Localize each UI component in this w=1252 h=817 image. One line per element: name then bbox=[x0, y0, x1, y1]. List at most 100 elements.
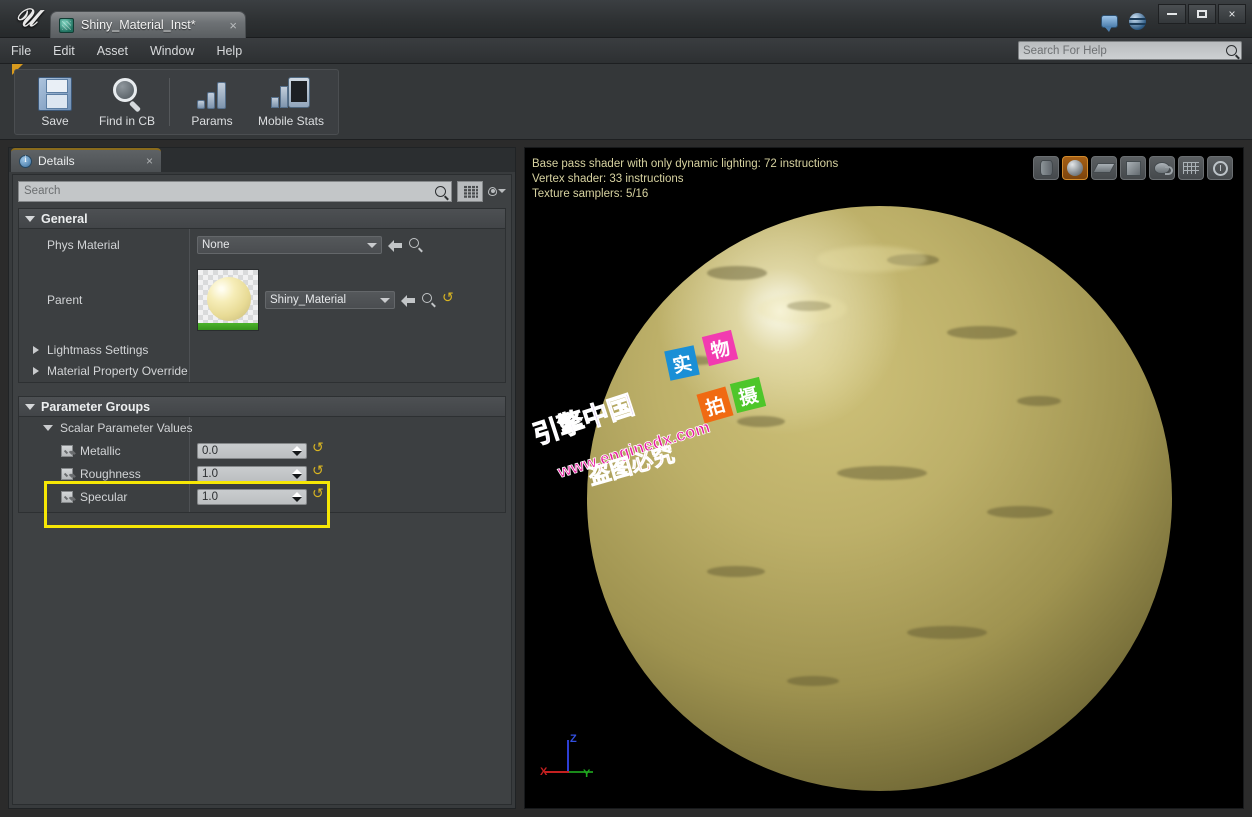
chevron-down-icon bbox=[380, 298, 390, 303]
find-in-cb-button[interactable]: Find in CB bbox=[91, 72, 163, 132]
close-icon[interactable]: × bbox=[223, 18, 237, 33]
browse-asset-icon[interactable] bbox=[409, 238, 423, 252]
sphere-thumbnail[interactable] bbox=[197, 269, 259, 331]
roughness-value-input[interactable]: 1.0 bbox=[197, 466, 307, 482]
realtime-toggle-button[interactable] bbox=[1207, 156, 1233, 180]
details-panel: Details × Search General bbox=[8, 147, 516, 809]
menu-item-help[interactable]: Help bbox=[205, 38, 253, 64]
stat-base-pass: Base pass shader with only dynamic light… bbox=[532, 157, 838, 172]
feedback-bubble-icon[interactable] bbox=[1098, 10, 1120, 32]
grid-view-button[interactable] bbox=[457, 181, 483, 202]
z-axis-line bbox=[567, 740, 569, 772]
parent-dropdown[interactable]: Shiny_Material bbox=[265, 291, 395, 309]
scalar-parameter-values-label: Scalar Parameter Values bbox=[60, 421, 193, 435]
close-icon[interactable]: × bbox=[146, 154, 153, 168]
material-preview-viewport[interactable]: Base pass shader with only dynamic light… bbox=[524, 147, 1244, 809]
section-parameter-groups-header[interactable]: Parameter Groups bbox=[19, 397, 505, 417]
specular-value: 1.0 bbox=[202, 491, 292, 503]
grid-icon bbox=[1183, 162, 1199, 174]
material-property-override-label: Material Property Override bbox=[47, 364, 188, 378]
browse-asset-icon[interactable] bbox=[422, 293, 436, 307]
x-axis-line bbox=[545, 771, 569, 773]
menu-item-file[interactable]: File bbox=[0, 38, 42, 64]
section-general-header[interactable]: General bbox=[19, 209, 505, 229]
spinner-icon[interactable] bbox=[292, 446, 302, 456]
y-axis-label: Y bbox=[583, 768, 590, 780]
maximize-button[interactable] bbox=[1188, 4, 1216, 24]
teapot-icon bbox=[1154, 162, 1170, 174]
params-button-label: Params bbox=[191, 114, 232, 128]
section-general-title: General bbox=[41, 212, 88, 226]
chevron-down-icon bbox=[367, 243, 377, 248]
unreal-logo: 𝒰 bbox=[8, 3, 44, 35]
row-scalar-parameter-values[interactable]: Scalar Parameter Values bbox=[19, 417, 505, 439]
spinner-icon[interactable] bbox=[292, 492, 302, 502]
tab-details[interactable]: Details × bbox=[11, 148, 161, 172]
find-in-cb-button-label: Find in CB bbox=[99, 114, 155, 128]
search-icon bbox=[435, 186, 446, 197]
stat-vertex-shader: Vertex shader: 33 instructions bbox=[532, 172, 838, 187]
roughness-label: Roughness bbox=[80, 467, 141, 481]
bars-icon bbox=[195, 77, 229, 111]
search-input[interactable]: Search bbox=[18, 181, 452, 202]
metallic-label: Metallic bbox=[80, 444, 121, 458]
globe-shape bbox=[1129, 13, 1146, 30]
main-toolbar: Save Find in CB Params Mobile Stats bbox=[0, 64, 1252, 140]
document-tab-shiny-material-inst[interactable]: Shiny_Material_Inst* × bbox=[50, 11, 246, 38]
params-button[interactable]: Params bbox=[176, 72, 248, 132]
mobile-stats-button[interactable]: Mobile Stats bbox=[248, 72, 334, 132]
section-parameter-groups: Parameter Groups Scalar Parameter Values… bbox=[18, 396, 506, 513]
cube-preview-button[interactable] bbox=[1120, 156, 1146, 180]
teapot-preview-button[interactable] bbox=[1149, 156, 1175, 180]
roughness-checkbox[interactable] bbox=[61, 468, 73, 480]
reset-to-default-icon[interactable] bbox=[312, 444, 325, 457]
row-parent: Parent Shiny_Material bbox=[19, 261, 505, 339]
bubble-shape bbox=[1101, 15, 1118, 28]
menu-item-asset[interactable]: Asset bbox=[86, 38, 139, 64]
chevron-down-icon[interactable] bbox=[498, 189, 506, 193]
details-tab-strip: Details × bbox=[9, 148, 515, 172]
metallic-checkbox[interactable] bbox=[61, 445, 73, 457]
use-selected-asset-icon[interactable] bbox=[388, 239, 403, 252]
phys-material-dropdown[interactable]: None bbox=[197, 236, 382, 254]
specular-checkbox[interactable] bbox=[61, 491, 73, 503]
grid-toggle-button[interactable] bbox=[1178, 156, 1204, 180]
chevron-down-icon bbox=[25, 404, 35, 410]
title-bar: 𝒰 Shiny_Material_Inst* × × bbox=[0, 0, 1252, 38]
close-button[interactable]: × bbox=[1218, 4, 1246, 24]
save-button[interactable]: Save bbox=[19, 72, 91, 132]
visibility-button[interactable] bbox=[488, 181, 506, 202]
phys-material-label: Phys Material bbox=[19, 238, 189, 252]
spinner-icon[interactable] bbox=[292, 469, 302, 479]
mobile-device-icon bbox=[271, 77, 311, 111]
save-button-label: Save bbox=[41, 114, 68, 128]
info-icon bbox=[19, 155, 32, 168]
help-search-input[interactable]: Search For Help bbox=[1018, 41, 1242, 60]
menu-item-edit[interactable]: Edit bbox=[42, 38, 86, 64]
reset-to-default-icon[interactable] bbox=[312, 490, 325, 503]
tab-details-label: Details bbox=[38, 154, 146, 168]
section-general: General Phys Material None bbox=[18, 208, 506, 383]
maximize-icon bbox=[1197, 10, 1207, 18]
minimize-button[interactable] bbox=[1158, 4, 1186, 24]
menu-bar: File Edit Asset Window Help Search For H… bbox=[0, 38, 1252, 64]
globe-icon[interactable] bbox=[1126, 10, 1148, 32]
mobile-stats-button-label: Mobile Stats bbox=[258, 114, 324, 128]
help-search-placeholder: Search For Help bbox=[1023, 45, 1226, 57]
specular-value-input[interactable]: 1.0 bbox=[197, 489, 307, 505]
reset-to-default-icon[interactable] bbox=[312, 467, 325, 480]
metallic-value-input[interactable]: 0.0 bbox=[197, 443, 307, 459]
row-lightmass-settings[interactable]: Lightmass Settings bbox=[19, 339, 505, 360]
material-instance-icon bbox=[59, 18, 74, 33]
use-selected-asset-icon[interactable] bbox=[401, 294, 416, 307]
roughness-value: 1.0 bbox=[202, 468, 292, 480]
viewport-toolbar bbox=[1033, 156, 1233, 180]
menu-item-window[interactable]: Window bbox=[139, 38, 205, 64]
reset-to-default-icon[interactable] bbox=[442, 294, 455, 307]
cylinder-preview-button[interactable] bbox=[1033, 156, 1059, 180]
plane-preview-button[interactable] bbox=[1091, 156, 1117, 180]
row-material-property-override[interactable]: Material Property Override bbox=[19, 360, 505, 381]
specular-label: Specular bbox=[80, 490, 127, 504]
grid-view-icon bbox=[463, 185, 478, 198]
sphere-preview-button[interactable] bbox=[1062, 156, 1088, 180]
